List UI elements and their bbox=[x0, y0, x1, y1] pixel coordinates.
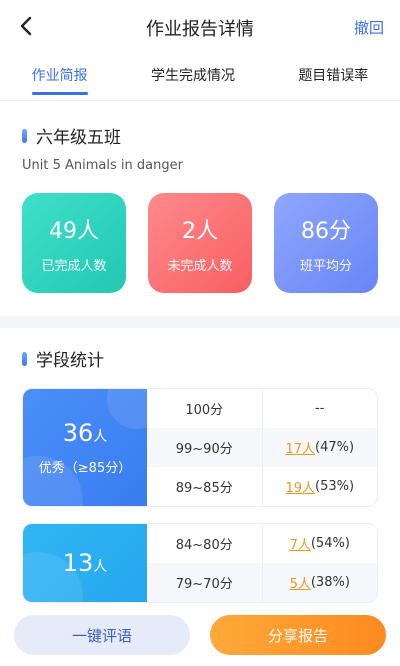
page-title: 作业报告详情 bbox=[146, 19, 254, 40]
average-card[interactable]: 86分 班平均分 bbox=[274, 193, 378, 293]
section-separator bbox=[0, 316, 400, 328]
excellent-table: 100分 -- 99~90分 17人 (47%) 89~85分 19人 (53%) bbox=[147, 389, 377, 506]
count-link[interactable]: 7人 bbox=[290, 534, 311, 553]
excellent-count-unit: 人 bbox=[93, 429, 108, 445]
share-report-button[interactable]: 分享报告 bbox=[210, 615, 386, 655]
tab-brief[interactable]: 作业简报 bbox=[32, 65, 88, 95]
section-marker-icon bbox=[22, 351, 27, 366]
tab-bar: 作业简报 学生完成情况 题目错误率 bbox=[0, 56, 400, 100]
completed-label: 已完成人数 bbox=[41, 258, 107, 274]
table-row: 89~85分 19人 (53%) bbox=[147, 467, 377, 506]
table-row: 79~70分 5人 (38%) bbox=[147, 563, 377, 602]
completed-count: 49人 bbox=[49, 218, 99, 244]
good-summary: 13人 bbox=[23, 524, 147, 602]
grade-group-excellent: 36人 优秀（≥85分） 100分 -- 99~90分 17人 (47%) 89~… bbox=[22, 388, 378, 507]
excellent-count: 36 bbox=[62, 419, 94, 447]
header: 作业报告详情 撤回 bbox=[0, 0, 400, 56]
count-link[interactable]: 5人 bbox=[290, 573, 311, 592]
score-range: 84~80分 bbox=[175, 538, 233, 553]
stat-cards: 49人 已完成人数 2人 未完成人数 86分 班平均分 bbox=[0, 193, 400, 293]
table-row: 100分 -- bbox=[147, 389, 377, 428]
average-label: 班平均分 bbox=[299, 258, 352, 274]
incomplete-card[interactable]: 2人 未完成人数 bbox=[148, 193, 252, 293]
withdraw-button[interactable]: 撤回 bbox=[354, 17, 384, 38]
incomplete-count: 2人 bbox=[182, 218, 218, 244]
score-range: 89~85分 bbox=[175, 481, 233, 496]
student-count: 7人 (54%) bbox=[261, 524, 378, 563]
back-icon[interactable] bbox=[14, 14, 38, 38]
student-count: 19人 (53%) bbox=[261, 467, 378, 506]
average-score: 86分 bbox=[301, 218, 351, 244]
count-percent: (54%) bbox=[310, 536, 350, 551]
count-link[interactable]: 17人 bbox=[285, 438, 315, 457]
table-row: 99~90分 17人 (47%) bbox=[147, 428, 377, 467]
one-click-comment-button[interactable]: 一键评语 bbox=[14, 615, 190, 655]
count-percent: (47%) bbox=[315, 440, 355, 455]
tab-question-error-rate[interactable]: 题目错误率 bbox=[298, 65, 368, 95]
score-range: 79~70分 bbox=[175, 577, 233, 592]
good-table: 84~80分 7人 (54%) 79~70分 5人 (38%) bbox=[147, 524, 377, 602]
tab-student-completion[interactable]: 学生完成情况 bbox=[151, 65, 235, 95]
grade-group-good: 13人 84~80分 7人 (54%) 79~70分 5人 (38%) bbox=[22, 523, 378, 603]
grade-stats-title: 学段统计 bbox=[36, 351, 104, 371]
excellent-summary: 36人 优秀（≥85分） bbox=[23, 389, 147, 506]
decoration bbox=[107, 389, 147, 429]
score-range: 99~90分 bbox=[175, 442, 233, 457]
class-name: 六年级五班 bbox=[36, 128, 121, 148]
student-count: 5人 (38%) bbox=[261, 563, 378, 602]
good-count-unit: 人 bbox=[93, 559, 108, 575]
score-range: 100分 bbox=[185, 403, 224, 418]
grade-stats-header: 学段统计 bbox=[0, 346, 400, 371]
class-header: 六年级五班 bbox=[0, 123, 400, 148]
bottom-action-bar: 一键评语 分享报告 bbox=[0, 604, 400, 666]
completed-card[interactable]: 49人 已完成人数 bbox=[22, 193, 126, 293]
student-count: 17人 (47%) bbox=[261, 428, 378, 467]
count-percent: (53%) bbox=[315, 479, 355, 494]
incomplete-label: 未完成人数 bbox=[167, 258, 233, 274]
count-link[interactable]: 19人 bbox=[285, 477, 315, 496]
table-row: 84~80分 7人 (54%) bbox=[147, 524, 377, 563]
student-count: -- bbox=[261, 389, 378, 428]
count-empty: -- bbox=[315, 401, 325, 416]
count-percent: (38%) bbox=[310, 575, 350, 590]
section-marker-icon bbox=[22, 128, 27, 143]
unit-name: Unit 5 Animals in danger bbox=[22, 158, 183, 173]
